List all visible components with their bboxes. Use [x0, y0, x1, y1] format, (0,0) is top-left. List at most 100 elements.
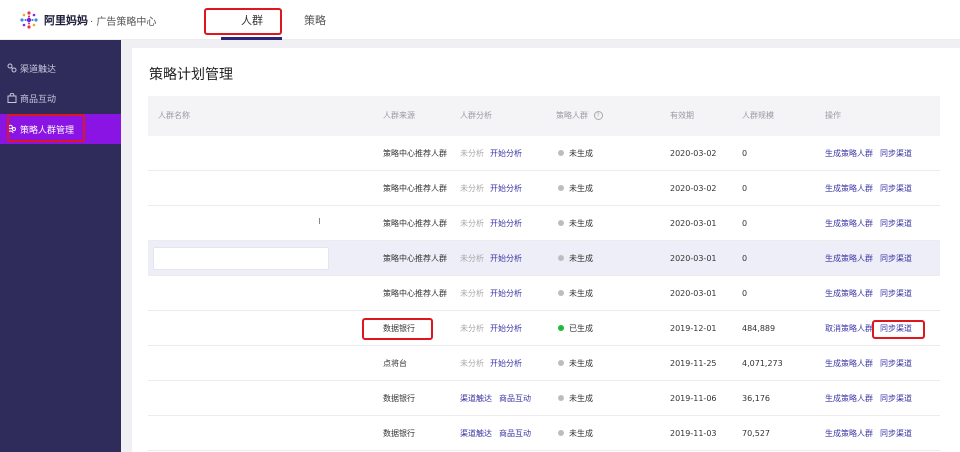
cell-analysis-action[interactable]: 开始分析: [490, 311, 522, 346]
status-label: 未生成: [569, 254, 593, 263]
cell-strategy-status: 未生成: [558, 241, 593, 276]
annotation-box-sync-channel: [872, 320, 925, 339]
cell-valid-date: 2020-03-02: [670, 149, 717, 158]
sidebar-item-label: 商品互动: [20, 94, 57, 105]
status-label: 未生成: [569, 359, 593, 368]
status-dot-icon: [558, 149, 564, 156]
cell-analysis-action[interactable]: 开始分析: [490, 276, 522, 311]
cell-analysis-action[interactable]: 开始分析: [490, 136, 522, 171]
cell-valid-date: 2019-11-25: [670, 359, 717, 368]
sidebar-item-product-interaction[interactable]: 商品互动: [0, 87, 121, 109]
logo[interactable]: 阿里妈妈 · 广告策略中心: [18, 9, 156, 31]
column-header-valid-period: 有效期: [670, 111, 694, 120]
column-header-crowd-name: 人群名称: [158, 111, 190, 120]
cell-source: 策略中心推荐人群: [383, 149, 447, 158]
cell-action-generate[interactable]: 生成策略人群: [825, 136, 873, 171]
cell-analysis-status: 未分析: [460, 254, 484, 263]
status-dot-icon: [558, 289, 564, 296]
cell-source: 数据银行: [383, 429, 415, 438]
sidebar-item-channel-reach[interactable]: 渠道触达: [0, 57, 121, 79]
table-row: 策略中心推荐人群 未分析 开始分析 2020-03-02 0 生成策略人群 同步渠道 未生成: [148, 136, 940, 171]
sidebar: 渠道触达 商品互动 策略人群管理: [0, 40, 121, 452]
help-icon[interactable]: ?: [593, 111, 603, 120]
alimama-logo-icon: [18, 9, 40, 31]
status-label: 未生成: [569, 289, 593, 298]
status-label: 已生成: [569, 324, 593, 333]
column-header-source: 人群来源: [383, 111, 415, 120]
cell-action-generate[interactable]: 生成策略人群: [825, 416, 873, 451]
cell-action-sync-channel[interactable]: 同步渠道: [880, 276, 912, 311]
cell-analysis-status: 未分析: [460, 149, 484, 158]
cell-source: 策略中心推荐人群: [383, 254, 447, 263]
cell-action-sync-channel[interactable]: 同步渠道: [880, 381, 912, 416]
cell-crowd-scale: 484,889: [742, 324, 776, 333]
cell-analysis-action[interactable]: 开始分析: [490, 171, 522, 206]
cell-action-generate[interactable]: 生成策略人群: [825, 346, 873, 381]
cell-crowd-scale: 4,071,273: [742, 359, 783, 368]
cell-action-sync-channel[interactable]: 同步渠道: [880, 346, 912, 381]
cell-analysis-status: 未分析: [460, 184, 484, 193]
annotation-box-sidebar-active: [7, 114, 85, 142]
cell-analysis-status[interactable]: 渠道触达: [460, 416, 492, 451]
cell-action-generate[interactable]: 生成策略人群: [825, 381, 873, 416]
status-label: 未生成: [569, 149, 593, 158]
cell-action-generate[interactable]: 取消策略人群: [825, 311, 873, 346]
table-row: 数据银行 渠道触达 商品互动 2019-11-03 70,527 生成策略人群 同步渠道 未生…: [148, 416, 940, 451]
cell-action-sync-channel[interactable]: 同步渠道: [880, 206, 912, 241]
cell-valid-date: 2020-03-01: [670, 289, 717, 298]
text-cursor-mark: [319, 218, 320, 224]
cell-crowd-scale: 0: [742, 149, 748, 158]
status-dot-icon: [558, 394, 564, 401]
table-row: 策略中心推荐人群 未分析 开始分析 2020-03-02 0 生成策略人群 同步渠道 未生成: [148, 171, 940, 206]
cell-valid-date: 2020-03-01: [670, 219, 717, 228]
cell-strategy-status: 未生成: [558, 416, 593, 451]
cell-analysis-action[interactable]: 商品互动: [499, 381, 531, 416]
cell-source: 策略中心推荐人群: [383, 289, 447, 298]
column-header-analysis: 人群分析: [460, 111, 492, 120]
crowd-name-input[interactable]: [153, 247, 329, 270]
table-row: 数据银行 渠道触达 商品互动 2019-11-06 36,176 生成策略人群 同步渠道 未生…: [148, 381, 940, 416]
cell-crowd-scale: 0: [742, 184, 748, 193]
cell-action-sync-channel[interactable]: 同步渠道: [880, 416, 912, 451]
cell-action-sync-channel[interactable]: 同步渠道: [880, 136, 912, 171]
cell-crowd-scale: 36,176: [742, 394, 770, 403]
cell-source: 策略中心推荐人群: [383, 219, 447, 228]
cell-action-generate[interactable]: 生成策略人群: [825, 206, 873, 241]
cell-source: 策略中心推荐人群: [383, 184, 447, 193]
cell-valid-date: 2020-03-02: [670, 184, 717, 193]
cell-strategy-status: 未生成: [558, 136, 593, 171]
bag-icon: [7, 92, 17, 103]
cell-action-sync-channel[interactable]: 同步渠道: [880, 241, 912, 276]
status-label: 未生成: [569, 429, 593, 438]
cell-strategy-status: 未生成: [558, 171, 593, 206]
cell-analysis-action[interactable]: 商品互动: [499, 416, 531, 451]
tab-strategy[interactable]: 策略: [304, 12, 326, 28]
table-row: 数据银行 未分析 开始分析 2019-12-01 484,889 取消策略人群 同步渠道 已生…: [148, 311, 940, 346]
cell-analysis-status: 未分析: [460, 359, 484, 368]
cell-analysis-action[interactable]: 开始分析: [490, 346, 522, 381]
logo-text: 阿里妈妈: [44, 14, 88, 27]
cell-analysis-status[interactable]: 渠道触达: [460, 381, 492, 416]
cell-action-sync-channel[interactable]: 同步渠道: [880, 171, 912, 206]
page-title: 策略计划管理: [149, 67, 233, 83]
column-header-crowd-scale: 人群规模: [742, 111, 774, 120]
cell-analysis-status: 未分析: [460, 324, 484, 333]
cell-analysis-action[interactable]: 开始分析: [490, 206, 522, 241]
table-row: 策略中心推荐人群 未分析 开始分析 2020-03-01 0 生成策略人群 同步渠道 未生成: [148, 206, 940, 241]
cell-strategy-status: 未生成: [558, 276, 593, 311]
column-header-actions: 操作: [825, 111, 841, 120]
status-label: 未生成: [569, 219, 593, 228]
status-dot-icon: [558, 184, 564, 191]
cell-strategy-status: 未生成: [558, 381, 593, 416]
cell-action-generate[interactable]: 生成策略人群: [825, 241, 873, 276]
cell-action-generate[interactable]: 生成策略人群: [825, 276, 873, 311]
cell-strategy-status: 未生成: [558, 206, 593, 241]
cell-action-generate[interactable]: 生成策略人群: [825, 171, 873, 206]
cell-valid-date: 2019-11-06: [670, 394, 717, 403]
sidebar-item-label: 渠道触达: [20, 64, 57, 75]
status-dot-icon: [558, 254, 564, 261]
annotation-box-crowd-tab: [204, 8, 282, 35]
status-dot-icon: [558, 359, 564, 366]
status-dot-icon: [558, 324, 564, 331]
cell-analysis-action[interactable]: 开始分析: [490, 241, 522, 276]
